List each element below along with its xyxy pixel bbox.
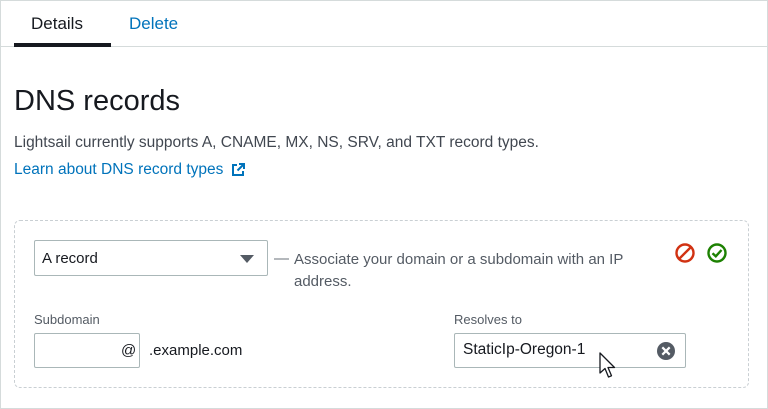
tab-details[interactable]: Details (31, 14, 83, 34)
record-type-select[interactable]: A record (34, 240, 268, 276)
description-dash: — (274, 250, 289, 267)
active-tab-indicator (14, 43, 111, 47)
record-type-help-text: Associate your domain or a subdomain wit… (294, 251, 624, 290)
cancel-icon[interactable] (674, 242, 696, 264)
caret-down-icon (240, 255, 254, 263)
learn-link-label: Learn about DNS record types (14, 161, 224, 178)
page-description: Lightsail currently supports A, CNAME, M… (14, 134, 539, 151)
tab-bar: Details Delete (1, 1, 767, 47)
record-type-value: A record (42, 250, 98, 267)
tab-delete[interactable]: Delete (129, 14, 178, 34)
domain-suffix: .example.com (149, 342, 243, 359)
learn-dns-record-types-link[interactable]: Learn about DNS record types (14, 161, 246, 179)
clear-icon[interactable] (656, 341, 676, 361)
subdomain-label: Subdomain (34, 312, 100, 327)
external-link-icon (232, 163, 246, 176)
confirm-check-icon[interactable] (706, 242, 728, 264)
resolves-to-label: Resolves to (454, 312, 522, 327)
at-symbol: @ (121, 342, 137, 359)
page-title: DNS records (14, 85, 180, 117)
mouse-pointer-icon (599, 352, 616, 378)
dns-panel: Details Delete DNS records Lightsail cur… (0, 0, 768, 409)
resolves-to-value: StaticIp-Oregon-1 (463, 341, 586, 358)
